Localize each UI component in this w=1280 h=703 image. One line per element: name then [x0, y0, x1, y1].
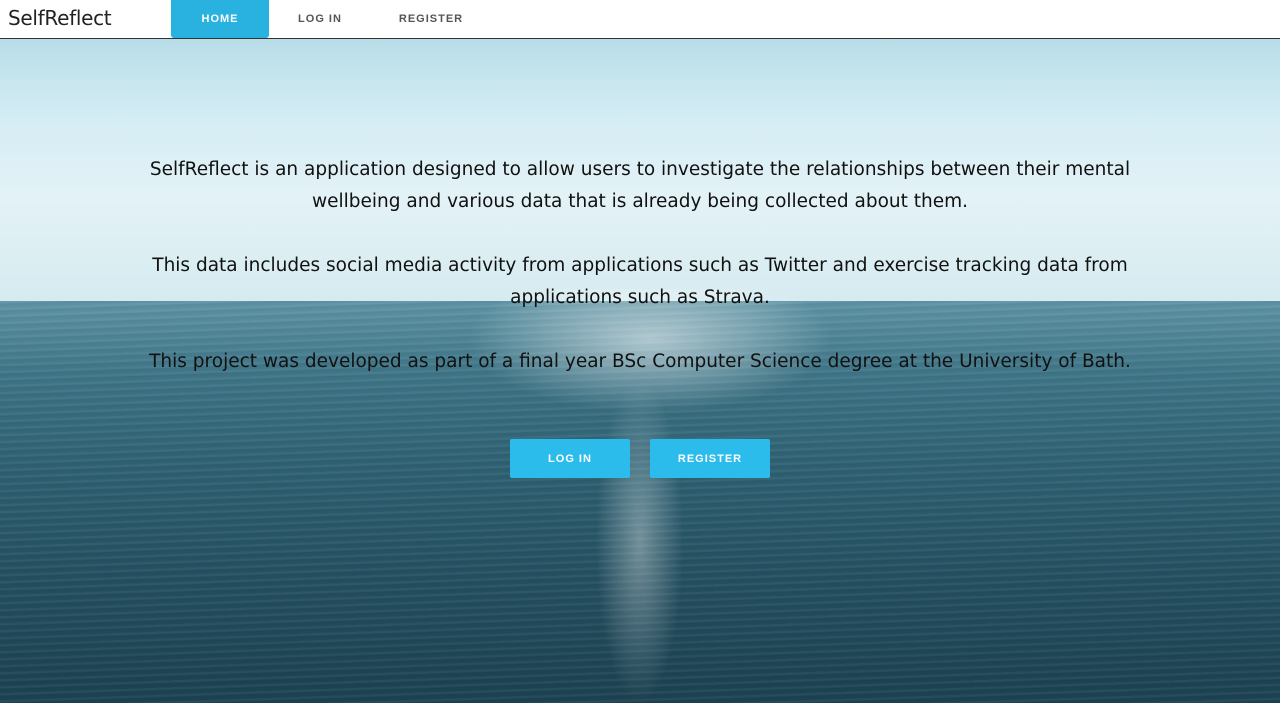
data-paragraph: This data includes social media activity…: [152, 255, 1128, 308]
register-button[interactable]: REGISTER: [650, 439, 770, 478]
login-button[interactable]: LOG IN: [510, 439, 630, 478]
intro-paragraph: SelfReflect is an application designed t…: [149, 159, 1131, 212]
project-paragraph: This project was developed as part of a …: [149, 351, 1131, 372]
nav-login[interactable]: LOG IN: [283, 0, 357, 38]
nav-register[interactable]: REGISTER: [388, 0, 474, 38]
nav-home[interactable]: HOME: [171, 0, 269, 38]
hero-section: SelfReflect is an application designed t…: [0, 39, 1280, 703]
navbar: SelfReflect HOME LOG IN REGISTER: [0, 0, 1280, 39]
brand-logo[interactable]: SelfReflect: [8, 6, 112, 30]
